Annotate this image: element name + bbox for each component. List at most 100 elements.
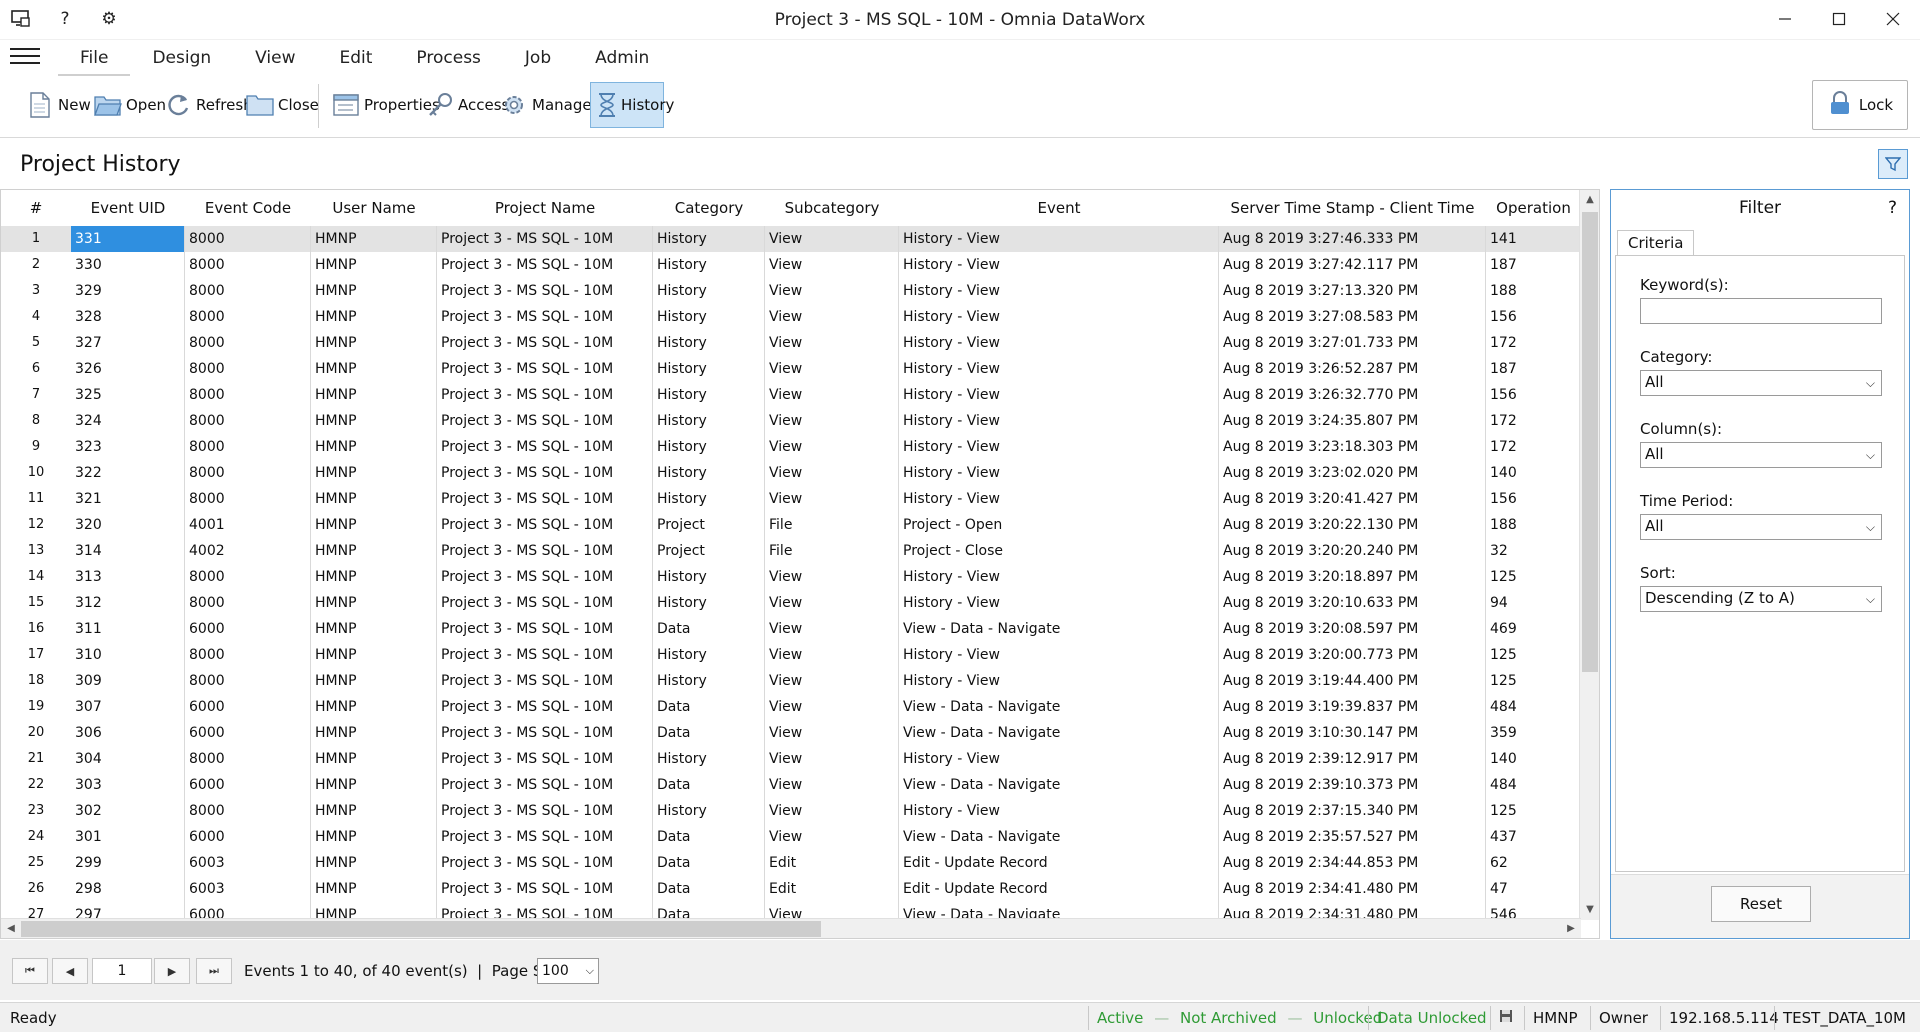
table-cell[interactable]: View: [765, 564, 899, 590]
columns-select[interactable]: All ⌵: [1640, 442, 1882, 468]
table-cell[interactable]: Project 3 - MS SQL - 10M: [437, 720, 653, 746]
table-cell[interactable]: 156: [1486, 382, 1581, 408]
table-cell[interactable]: 172: [1486, 434, 1581, 460]
table-cell[interactable]: History - View: [899, 226, 1219, 252]
hamburger-menu-icon[interactable]: [10, 48, 40, 66]
table-cell[interactable]: Project 3 - MS SQL - 10M: [437, 408, 653, 434]
table-cell[interactable]: HMNP: [311, 798, 437, 824]
table-cell[interactable]: Aug 8 2019 2:37:15.340 PM: [1219, 798, 1486, 824]
table-cell[interactable]: View: [765, 434, 899, 460]
table-cell[interactable]: Project 3 - MS SQL - 10M: [437, 252, 653, 278]
table-cell[interactable]: HMNP: [311, 616, 437, 642]
table-cell[interactable]: Aug 8 2019 3:20:00.773 PM: [1219, 642, 1486, 668]
table-cell[interactable]: History - View: [899, 382, 1219, 408]
table-cell[interactable]: View: [765, 772, 899, 798]
table-cell[interactable]: 313: [71, 564, 185, 590]
table-cell[interactable]: HMNP: [311, 408, 437, 434]
table-row[interactable]: 17 310 8000 HMNP Project 3 - MS SQL - 10M His…: [1, 642, 1581, 668]
table-cell[interactable]: 312: [71, 590, 185, 616]
table-cell[interactable]: 8000: [185, 356, 311, 382]
table-cell[interactable]: 8000: [185, 330, 311, 356]
table-cell[interactable]: Project 3 - MS SQL - 10M: [437, 850, 653, 876]
table-cell[interactable]: 94: [1486, 590, 1581, 616]
table-cell[interactable]: 8000: [185, 408, 311, 434]
table-cell[interactable]: View: [765, 694, 899, 720]
table-cell[interactable]: Data: [653, 876, 765, 902]
table-cell[interactable]: History - View: [899, 252, 1219, 278]
table-cell[interactable]: Project 3 - MS SQL - 10M: [437, 486, 653, 512]
table-cell[interactable]: 329: [71, 278, 185, 304]
table-row[interactable]: 26 298 6003 HMNP Project 3 - MS SQL - 10M Dat…: [1, 876, 1581, 902]
table-cell[interactable]: 320: [71, 512, 185, 538]
table-cell[interactable]: HMNP: [311, 772, 437, 798]
table-cell[interactable]: HMNP: [311, 356, 437, 382]
prev-page-button[interactable]: ◀: [52, 958, 88, 984]
table-cell[interactable]: 302: [71, 798, 185, 824]
table-cell[interactable]: 484: [1486, 772, 1581, 798]
table-cell[interactable]: HMNP: [311, 382, 437, 408]
menu-file[interactable]: File: [58, 44, 131, 76]
table-cell[interactable]: Project - Close: [899, 538, 1219, 564]
lock-button[interactable]: Lock: [1812, 80, 1908, 130]
table-cell[interactable]: HMNP: [311, 512, 437, 538]
table-row[interactable]: 25 299 6003 HMNP Project 3 - MS SQL - 10M Dat…: [1, 850, 1581, 876]
table-cell[interactable]: View: [765, 356, 899, 382]
menu-edit[interactable]: Edit: [318, 44, 395, 76]
table-cell[interactable]: View: [765, 616, 899, 642]
table-cell[interactable]: Edit: [765, 876, 899, 902]
table-cell[interactable]: HMNP: [311, 226, 437, 252]
scroll-left-icon[interactable]: ◀: [1, 919, 21, 938]
minimize-icon[interactable]: [1758, 0, 1812, 38]
table-cell[interactable]: Aug 8 2019 3:19:44.400 PM: [1219, 668, 1486, 694]
column-header[interactable]: Operation: [1486, 190, 1581, 226]
table-cell[interactable]: 125: [1486, 798, 1581, 824]
table-cell[interactable]: 156: [1486, 304, 1581, 330]
table-row[interactable]: 19 307 6000 HMNP Project 3 - MS SQL - 10M Dat…: [1, 694, 1581, 720]
table-cell[interactable]: Aug 8 2019 2:39:12.917 PM: [1219, 746, 1486, 772]
table-cell[interactable]: History - View: [899, 408, 1219, 434]
column-header[interactable]: Project Name: [437, 190, 653, 226]
next-page-button[interactable]: ▶: [154, 958, 190, 984]
scroll-right-icon[interactable]: ▶: [1561, 919, 1581, 938]
table-cell[interactable]: History - View: [899, 668, 1219, 694]
table-cell[interactable]: History: [653, 486, 765, 512]
table-cell[interactable]: History: [653, 278, 765, 304]
table-cell[interactable]: Data: [653, 772, 765, 798]
table-cell[interactable]: 321: [71, 486, 185, 512]
table-cell[interactable]: 322: [71, 460, 185, 486]
table-cell[interactable]: Aug 8 2019 3:10:30.147 PM: [1219, 720, 1486, 746]
table-cell[interactable]: Aug 8 2019 2:34:41.480 PM: [1219, 876, 1486, 902]
table-cell[interactable]: Project 3 - MS SQL - 10M: [437, 356, 653, 382]
table-cell[interactable]: Project: [653, 538, 765, 564]
table-cell[interactable]: 125: [1486, 564, 1581, 590]
table-cell[interactable]: 187: [1486, 356, 1581, 382]
table-cell[interactable]: 125: [1486, 668, 1581, 694]
table-cell[interactable]: 327: [71, 330, 185, 356]
table-cell[interactable]: Aug 8 2019 3:27:13.320 PM: [1219, 278, 1486, 304]
table-cell[interactable]: View: [765, 642, 899, 668]
table-cell[interactable]: 8000: [185, 252, 311, 278]
table-cell[interactable]: View: [765, 486, 899, 512]
table-cell[interactable]: Edit - Update Record: [899, 876, 1219, 902]
table-row[interactable]: 3 329 8000 HMNP Project 3 - MS SQL - 10M Hist…: [1, 278, 1581, 304]
table-cell[interactable]: 6000: [185, 772, 311, 798]
scroll-up-icon[interactable]: ▲: [1580, 190, 1599, 210]
table-cell[interactable]: 141: [1486, 226, 1581, 252]
table-cell[interactable]: HMNP: [311, 460, 437, 486]
table-cell[interactable]: Project 3 - MS SQL - 10M: [437, 668, 653, 694]
table-cell[interactable]: History: [653, 798, 765, 824]
horizontal-scroll-thumb[interactable]: [21, 921, 821, 937]
column-header[interactable]: Category: [653, 190, 765, 226]
table-cell[interactable]: Project 3 - MS SQL - 10M: [437, 616, 653, 642]
table-cell[interactable]: Data: [653, 694, 765, 720]
table-cell[interactable]: View - Data - Navigate: [899, 720, 1219, 746]
page-size-select[interactable]: 100 ⌵: [537, 958, 599, 984]
table-cell[interactable]: History - View: [899, 434, 1219, 460]
table-cell[interactable]: View: [765, 252, 899, 278]
first-page-button[interactable]: ⏮: [12, 958, 48, 984]
table-cell[interactable]: History: [653, 746, 765, 772]
table-cell[interactable]: View - Data - Navigate: [899, 824, 1219, 850]
table-cell[interactable]: 6000: [185, 616, 311, 642]
table-row[interactable]: 12 320 4001 HMNP Project 3 - MS SQL - 10M Pro…: [1, 512, 1581, 538]
table-cell[interactable]: Aug 8 2019 2:34:44.853 PM: [1219, 850, 1486, 876]
